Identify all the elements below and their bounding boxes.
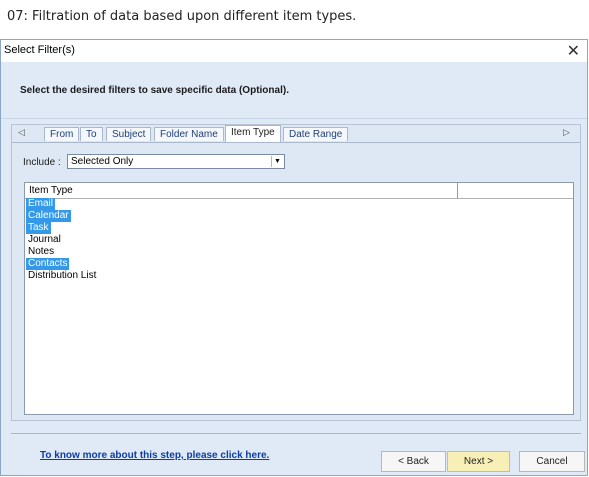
item-type-tab-panel: Include : Selected Only ▼ Item Type Emai… (12, 142, 580, 421)
list-item-email[interactable]: Email (26, 198, 56, 210)
list-item-journal[interactable]: Journal (26, 234, 63, 246)
tab-strip: ◁ From To Subject Folder Name Item Type … (12, 125, 580, 143)
back-button[interactable]: < Back (381, 451, 446, 472)
footer-divider (11, 433, 581, 434)
list-header: Item Type (25, 183, 573, 199)
tab-scroll-left-icon[interactable]: ◁ (18, 128, 25, 138)
tab-folder-name[interactable]: Folder Name (154, 127, 224, 141)
page-caption: 07: Filtration of data based upon differ… (7, 9, 357, 24)
list-rows: Email Calendar Task Journal Notes Contac… (26, 198, 98, 282)
list-item-contacts[interactable]: Contacts (26, 258, 70, 270)
list-item-task[interactable]: Task (26, 222, 51, 234)
column-divider[interactable] (457, 183, 458, 198)
tab-scroll-right-icon[interactable]: ▷ (563, 128, 570, 138)
item-type-list[interactable]: Item Type Email Calendar Task Journal No… (24, 182, 574, 415)
include-selected-value: Selected Only (71, 156, 134, 167)
tab-subject[interactable]: Subject (106, 127, 152, 141)
title-bar: Select Filter(s) ✕ (1, 40, 587, 62)
dialog-header: Select the desired filters to save speci… (1, 62, 587, 119)
include-label: Include : (23, 157, 61, 168)
include-select[interactable]: Selected Only ▼ (67, 154, 285, 169)
list-item-notes[interactable]: Notes (26, 246, 56, 258)
close-icon[interactable]: ✕ (567, 41, 580, 60)
tab-from[interactable]: From (44, 127, 80, 141)
help-link[interactable]: To know more about this step, please cli… (40, 450, 269, 461)
cancel-button[interactable]: Cancel (519, 451, 585, 472)
window-title: Select Filter(s) (4, 44, 75, 56)
list-item-calendar[interactable]: Calendar (26, 210, 71, 222)
next-button[interactable]: Next > (447, 451, 510, 472)
chevron-down-icon[interactable]: ▼ (271, 156, 283, 167)
filter-panel: ◁ From To Subject Folder Name Item Type … (11, 124, 581, 421)
instruction-text: Select the desired filters to save speci… (20, 85, 289, 96)
select-filters-dialog: Select Filter(s) ✕ Select the desired fi… (0, 39, 588, 476)
tab-to[interactable]: To (80, 127, 103, 141)
column-header-item-type[interactable]: Item Type (29, 185, 73, 196)
tab-item-type[interactable]: Item Type (225, 125, 281, 142)
list-item-distribution-list[interactable]: Distribution List (26, 270, 98, 282)
tab-date-range[interactable]: Date Range (283, 127, 349, 141)
